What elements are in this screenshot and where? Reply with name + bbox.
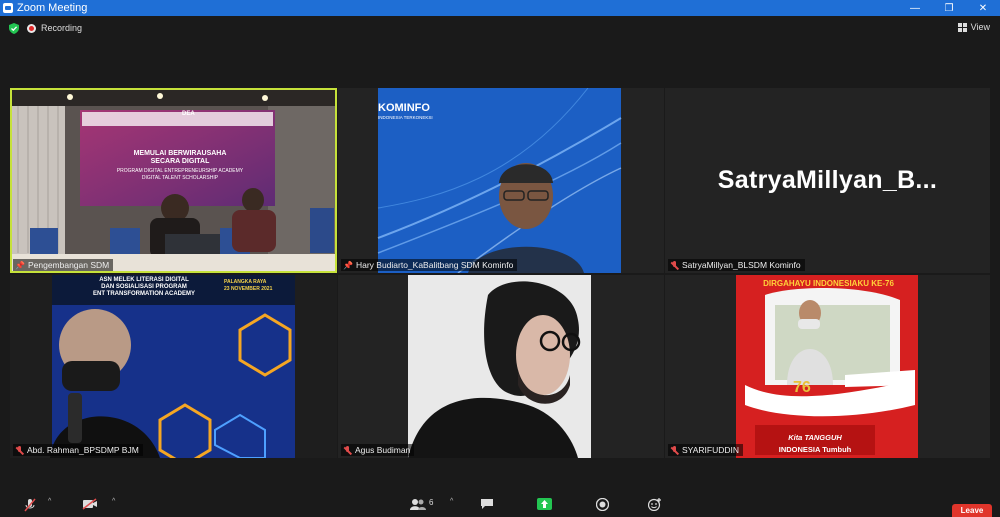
meeting-toolbar: ^ ^ 6 ^ [0, 494, 1000, 516]
participant-video [10, 275, 337, 458]
participant-name: Agus Budiman [355, 445, 411, 455]
record-button[interactable] [596, 498, 609, 511]
view-button[interactable]: View [957, 22, 990, 32]
background-line: ASN MELEK LITERASI DIGITAL [99, 277, 189, 283]
banner-subtext: PROGRAM DIGITAL ENTREPRENEURSHIP ACADEMY… [90, 168, 270, 182]
participant-name-tag: SYARIFUDDIN [668, 444, 743, 456]
participant-video [665, 275, 990, 458]
pin-icon: 📌 [343, 260, 353, 270]
video-tile-abd-rahman[interactable]: ASN MELEK LITERASI DIGITAL DAN SOSIALISA… [10, 275, 337, 458]
banner-line: PROGRAM DIGITAL ENTREPRENEURSHIP ACADEMY [116, 168, 244, 174]
recording-indicator[interactable]: Recording [27, 23, 82, 33]
recording-label: Recording [41, 23, 83, 33]
window-title: Zoom Meeting [17, 2, 88, 14]
participant-name: Pengembangan SDM [27, 260, 110, 270]
participant-name-tag: 📌 Hary Budiarto_KaBalitbang SDM Kominfo [341, 259, 518, 271]
participant-name-tag: SatryaMillyan_BLSDM Kominfo [668, 259, 805, 271]
banner-line: SECARA DIGITAL [150, 158, 210, 165]
zoom-app-icon [3, 3, 13, 13]
close-button[interactable]: ✕ [966, 0, 1000, 16]
participant-name: SatryaMillyan_BLSDM Kominfo [682, 260, 801, 270]
view-label: View [970, 22, 990, 32]
poster-title: DIRGAHAYU INDONESIAKU KE-76 [763, 279, 894, 288]
participant-name: Abd. Rahman_BPSDMP BJM [27, 445, 139, 455]
poster-number: 76 [793, 379, 811, 396]
background-date: 23 NOVEMBER 2021 [224, 286, 273, 292]
chat-button[interactable] [480, 498, 494, 510]
pin-icon: 📌 [15, 260, 25, 270]
participants-button[interactable] [410, 498, 426, 510]
participant-name-tag: Abd. Rahman_BPSDMP BJM [13, 444, 143, 456]
background-line: ENT TRANSFORMATION ACADEMY [93, 291, 195, 297]
background-location: PALANGKA RAYA [224, 279, 267, 285]
participant-name-tag: 📌 Pengembangan SDM [13, 259, 114, 271]
banner-line: MEMULAI BERWIRAUSAHA [133, 150, 227, 157]
video-tile-pengembangan-sdm[interactable]: DEA MEMULAI BERWIRAUSAHA SECARA DIGITAL … [10, 88, 337, 273]
audio-options-caret[interactable]: ^ [48, 498, 51, 505]
grid-view-icon [957, 22, 967, 32]
meeting-top-bar: Recording View [0, 16, 1000, 40]
poster-slogan-1: Kita TANGGUH [788, 433, 842, 442]
banner-headline: MEMULAI BERWIRAUSAHA SECARA DIGITAL [90, 150, 270, 166]
background-line: DAN SOSIALISASI PROGRAM [101, 284, 187, 290]
video-tile-satryamillyan[interactable]: SatryaMillyan_B... SatryaMillyan_BLSDM K… [665, 88, 990, 273]
participant-video [338, 275, 664, 458]
background-event-text: ASN MELEK LITERASI DIGITAL DAN SOSIALISA… [54, 277, 234, 298]
participant-display-name: SatryaMillyan_B... [717, 166, 938, 194]
participant-name: Hary Budiarto_KaBalitbang SDM Kominfo [355, 260, 514, 270]
share-screen-button[interactable] [537, 498, 552, 510]
mic-muted-icon [15, 445, 24, 455]
mic-muted-icon [343, 445, 352, 455]
maximize-button[interactable]: ❐ [932, 0, 966, 16]
minimize-button[interactable]: — [898, 0, 932, 16]
video-tile-hary-budiarto[interactable]: KOMINFO INDONESIA TERKONEKSI 📌 Hary Budi… [338, 88, 664, 273]
mic-muted-icon [670, 260, 679, 270]
recording-icon [27, 23, 36, 33]
participants-count: 6 [429, 498, 434, 507]
video-tile-syarifuddin[interactable]: DIRGAHAYU INDONESIAKU KE-76 76 Kita TANG… [665, 275, 990, 458]
start-video-button[interactable] [82, 498, 98, 510]
participant-name: SYARIFUDDIN [682, 445, 739, 455]
background-event-date: PALANGKA RAYA 23 NOVEMBER 2021 [224, 279, 272, 293]
video-options-caret[interactable]: ^ [112, 498, 115, 505]
participants-options-caret[interactable]: ^ [450, 498, 453, 505]
poster-slogan-2: INDONESIA Tumbuh [778, 445, 852, 454]
window-title-bar: Zoom Meeting — ❐ ✕ [0, 0, 1000, 16]
security-shield-icon[interactable] [9, 22, 19, 34]
video-tile-agus-budiman[interactable]: Agus Budiman [338, 275, 664, 458]
unmute-button[interactable] [24, 498, 36, 512]
background-subtitle: INDONESIA TERKONEKSI [378, 115, 433, 120]
leave-button[interactable]: Leave [952, 504, 992, 517]
background-title: KOMINFO [378, 102, 430, 114]
participant-name-tag: Agus Budiman [341, 444, 415, 456]
mic-muted-icon [670, 445, 679, 455]
banner-line: DIGITAL TALENT SCHOLARSHIP [141, 175, 219, 181]
reactions-button[interactable] [648, 498, 662, 511]
banner-logo-text: DEA [182, 111, 195, 117]
